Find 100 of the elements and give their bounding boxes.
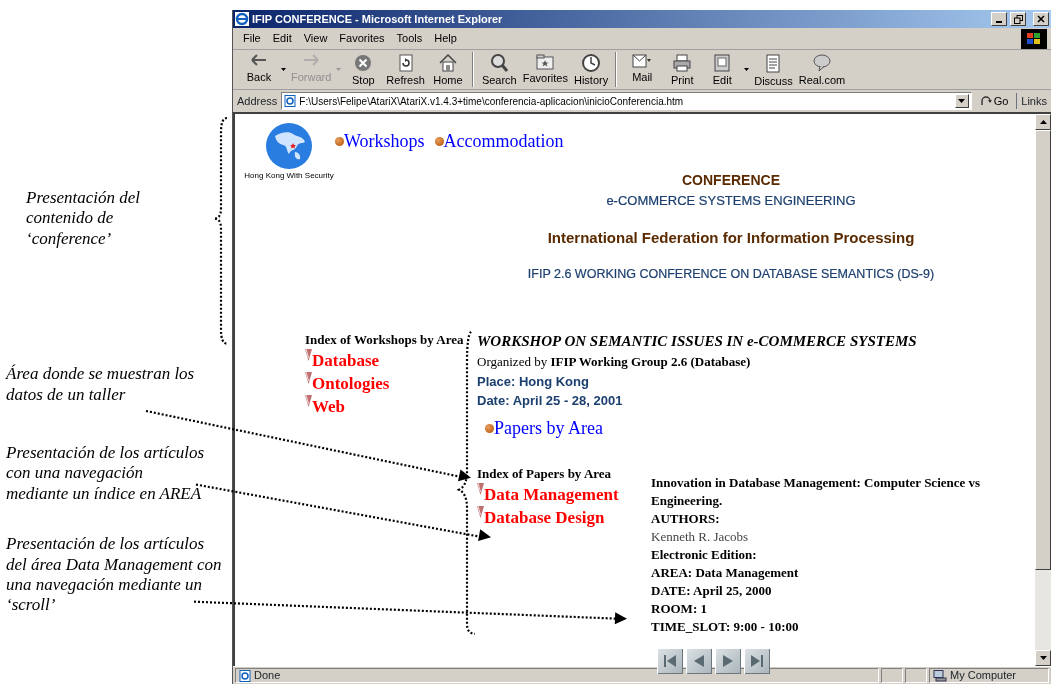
- annotation-text: Área donde se muestran los datos de un taller: [6, 364, 196, 405]
- globe-icon: [265, 122, 313, 170]
- nav-link[interactable]: Accommodation: [434, 128, 564, 155]
- area-link[interactable]: Web: [305, 395, 477, 419]
- restore-button[interactable]: [1010, 12, 1026, 26]
- workshop-title: WORKSHOP ON SEMANTIC ISSUES IN e-COMMERCE SYSTEMS: [477, 331, 917, 351]
- dropdown-arrow-icon: [744, 68, 750, 71]
- paper-field: Electronic Edition:: [651, 545, 991, 564]
- toolbar-button[interactable]: Mail: [622, 52, 663, 87]
- dropdown-button[interactable]: [954, 94, 969, 108]
- document-lines-icon: [766, 54, 781, 73]
- forward-arrow-icon: [303, 54, 320, 66]
- event-title: IFIP 2.6 WORKING CONFERENCE ON DATABASE SEMANTICS (DS-9): [526, 266, 936, 283]
- menu-item[interactable]: Tools: [390, 30, 429, 47]
- arrowhead-icon: [305, 372, 312, 385]
- window-title: IFIP CONFERENCE - Microsoft Internet Explorer: [252, 11, 503, 27]
- page-icon: [239, 669, 251, 682]
- zone-indicator: My Computer: [929, 668, 1049, 683]
- author-name: Kenneth R. Jacobs: [651, 527, 750, 546]
- arrowhead-icon: [305, 349, 312, 362]
- organization-name: International Federation for Information Processing: [546, 227, 916, 248]
- paper-field: AREA: Data Management: [651, 563, 991, 582]
- minimize-button[interactable]: [991, 12, 1007, 26]
- close-icon: [1037, 15, 1045, 23]
- speech-bubble-icon: [812, 54, 831, 72]
- dropdown-arrow-icon: [281, 68, 286, 71]
- area-link[interactable]: Data Management: [477, 483, 651, 507]
- envelope-icon: [632, 54, 653, 68]
- area-link[interactable]: Ontologies: [305, 372, 477, 396]
- arrowhead-icon: [305, 395, 312, 408]
- go-arrow-icon: [979, 95, 992, 107]
- refresh-icon: [398, 54, 413, 72]
- annotation-text: Presentación de los artículos del área Data Management con una navegación mediante un ‘scroll’: [6, 534, 223, 616]
- caret-icon: [958, 99, 966, 103]
- annotation-text: Presentación de los artículos con una navegación mediante un índice en AREA: [6, 442, 206, 505]
- toolbar-button[interactable]: Print: [662, 52, 703, 87]
- date-text: Date: April 25 - 28, 2001: [477, 392, 624, 411]
- arrowhead-icon: [477, 506, 484, 519]
- up-arrow-icon: [1039, 120, 1047, 124]
- index-heading: Index of Workshops by Area: [305, 330, 465, 349]
- clock-icon: [582, 54, 601, 72]
- toolbar-button[interactable]: Home: [427, 52, 468, 87]
- computer-icon: [933, 669, 947, 682]
- home-icon: [438, 54, 457, 72]
- paper-field: AUTHORS:: [651, 509, 991, 528]
- toolbar-button[interactable]: History: [571, 52, 612, 87]
- toolbar-button[interactable]: Real.com: [795, 52, 849, 87]
- organizer-text: Organized by IFIP Working Group 2.6 (Database): [477, 353, 752, 372]
- toolbar-button[interactable]: Favorites: [519, 52, 571, 87]
- menu-item[interactable]: Edit: [266, 30, 298, 47]
- place-text: Place: Hong Kong: [477, 372, 590, 391]
- menu-item[interactable]: View: [297, 30, 334, 47]
- back-arrow-icon: [251, 54, 267, 66]
- arrowhead-icon: [477, 483, 484, 496]
- toolbar-button[interactable]: Edit: [702, 52, 752, 87]
- menu-item[interactable]: File: [237, 30, 267, 47]
- bullet-icon: [335, 137, 344, 146]
- nav-link[interactable]: Workshops: [335, 128, 425, 155]
- paper-field: Innovation in Database Management: Computer Science vs Engineering.: [651, 473, 991, 510]
- status-text: Done: [235, 668, 879, 683]
- first-page-button[interactable]: [657, 647, 683, 674]
- index-heading: Index of Papers by Area: [477, 464, 613, 483]
- bullet-icon: [434, 137, 444, 146]
- toolbar-button[interactable]: Discuss: [751, 52, 796, 87]
- browser-icon: [235, 12, 249, 26]
- address-label: Address: [237, 93, 278, 109]
- area-link[interactable]: Database Design: [477, 506, 651, 530]
- papers-link[interactable]: Papers by Area: [485, 414, 603, 442]
- links-button[interactable]: Links: [1016, 92, 1047, 110]
- address-field[interactable]: F:\Users\Felipe\AtariX\AtariX.v1.4.3+time\conferencia-aplicacion\inicioConferencia.htm: [281, 92, 972, 110]
- printer-icon: [673, 54, 692, 72]
- menu-item[interactable]: Help: [428, 30, 463, 47]
- status-pane: [881, 668, 903, 683]
- bullet-icon: [485, 423, 494, 433]
- windows-logo-icon: [1021, 28, 1047, 49]
- close-button[interactable]: [1033, 12, 1049, 26]
- toolbar-button[interactable]: Search: [478, 52, 520, 87]
- next-page-button[interactable]: [715, 647, 741, 674]
- annotation-text: Presentación del contenido de ‘conference’: [26, 188, 142, 250]
- area-link[interactable]: Database: [305, 349, 477, 373]
- previous-page-button[interactable]: [686, 647, 712, 674]
- stop-icon: [354, 54, 373, 72]
- go-button[interactable]: Go: [975, 92, 1013, 110]
- status-pane: [905, 668, 927, 683]
- document-icon: [714, 54, 731, 72]
- paper-field: TIME_SLOT: 9:00 - 10:00: [651, 617, 991, 636]
- menu-item[interactable]: Favorites: [333, 30, 391, 47]
- last-page-button[interactable]: [744, 647, 770, 674]
- paper-field: ROOM: 1: [651, 599, 991, 618]
- toolbar-button[interactable]: Refresh: [383, 52, 428, 87]
- scrollbar[interactable]: [1035, 114, 1051, 666]
- page-icon: [284, 95, 297, 107]
- logo-caption: Hong Kong With Security: [244, 170, 334, 182]
- down-arrow-icon: [1039, 656, 1047, 660]
- paper-field: DATE: April 25, 2000: [651, 581, 991, 600]
- dropdown-arrow-icon: [336, 68, 342, 71]
- toolbar-button[interactable]: Stop: [343, 52, 384, 87]
- toolbar-button[interactable]: Back: [239, 52, 288, 87]
- address-input[interactable]: F:\Users\Felipe\AtariX\AtariX.v1.4.3+time\conferencia-aplicacion\inicioConferencia.htm: [299, 93, 952, 109]
- conference-subtitle: e-COMMERCE SYSTEMS ENGINEERING: [605, 192, 857, 210]
